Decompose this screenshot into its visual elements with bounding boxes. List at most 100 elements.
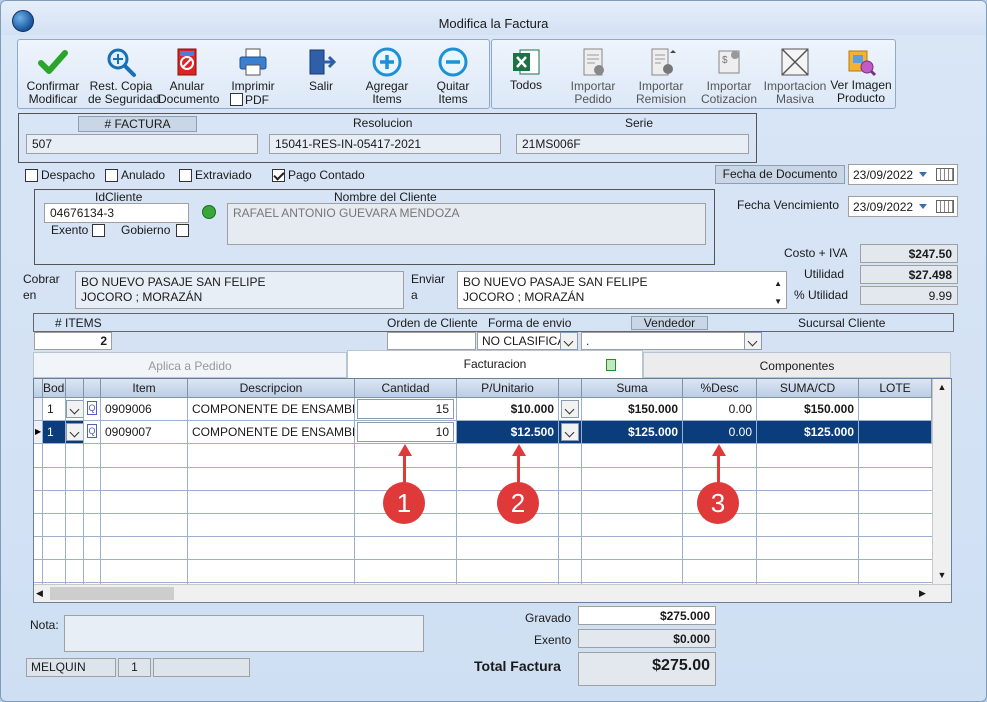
cell-lookup[interactable]: Q — [84, 421, 101, 444]
import-remission-button[interactable]: Importar Remision — [628, 40, 694, 108]
items-count-value: 2 — [34, 332, 112, 350]
tab-aplica-pedido[interactable]: Aplica a Pedido — [33, 352, 347, 378]
cell-bodega[interactable]: 1 — [43, 421, 66, 444]
resolucion-field[interactable]: 15041-RES-IN-05417-2021 — [269, 134, 501, 154]
exento-total-label: Exento — [534, 633, 572, 647]
scroll-right-icon[interactable]: ▶ — [919, 585, 933, 602]
table-row[interactable]: 1 Q 0909006 COMPONENTE DE ENSAMBLE 15 $1… — [34, 398, 932, 421]
col-desc-pct[interactable]: %Desc — [683, 379, 757, 398]
scroll-down-icon[interactable]: ▼ — [933, 567, 951, 584]
grid-vline — [42, 398, 43, 584]
cell-desc-pct[interactable]: 0.00 — [683, 398, 757, 421]
scroll-up-icon[interactable]: ▲ — [933, 379, 951, 396]
tab-facturacion[interactable]: Facturacion — [347, 350, 643, 378]
col-lookup[interactable] — [84, 379, 101, 398]
fecha-documento-label: Fecha de Documento — [715, 165, 845, 184]
cell-lookup[interactable]: Q — [84, 398, 101, 421]
export-all-button[interactable]: Todos — [494, 40, 558, 108]
verified-check-icon[interactable] — [202, 205, 216, 219]
restore-backup-button[interactable]: Rest. Copia de Seguridad — [88, 40, 159, 108]
cell-bodega-combo[interactable] — [66, 398, 84, 421]
cell-price-combo[interactable] — [559, 421, 582, 444]
search-document-icon[interactable]: Q — [87, 424, 97, 438]
minus-circle-icon — [438, 47, 468, 77]
cell-lote[interactable] — [859, 398, 932, 421]
fecha-documento-picker[interactable]: 23/09/2022 — [848, 164, 958, 185]
table-row-selected[interactable]: ▶ 1 Q 0909007 COMPONENTE DE ENSAMBLE 10 … — [34, 421, 932, 444]
enviar-address-field[interactable]: BO NUEVO PASAJE SAN FELIPE JOCORO ; MORAZ… — [457, 271, 787, 309]
forma-envio-label: Forma de envio — [488, 316, 572, 330]
remove-items-button[interactable]: Quitar Items — [422, 40, 484, 108]
nombre-cliente-field[interactable]: RAFAEL ANTONIO GUEVARA MENDOZA — [227, 203, 706, 245]
cell-bodega-combo[interactable] — [66, 421, 84, 444]
cell-cantidad[interactable]: 10 — [355, 421, 457, 444]
chevron-down-icon[interactable] — [560, 332, 578, 350]
search-document-icon[interactable]: Q — [87, 401, 97, 415]
scroll-down-icon[interactable]: ▼ — [774, 294, 782, 308]
confirm-modify-button[interactable]: Confirmar Modificar — [22, 40, 84, 108]
cell-item[interactable]: 0909007 — [101, 421, 188, 444]
vendedor-select[interactable]: . — [581, 332, 762, 350]
chevron-down-icon[interactable] — [561, 400, 579, 418]
serie-field[interactable]: 21MS006F — [516, 134, 749, 154]
add-items-button[interactable]: Agregar Items — [356, 40, 418, 108]
import-quote-button[interactable]: $ Importar Cotizacion — [696, 40, 762, 108]
nota-field[interactable] — [64, 615, 424, 652]
grid-vline — [558, 398, 559, 584]
col-punitario[interactable]: P/Unitario — [457, 379, 559, 398]
exit-button[interactable]: Salir — [290, 40, 352, 108]
horizontal-scrollbar[interactable]: ◀ ▶ — [34, 584, 951, 602]
cell-punitario[interactable]: $10.000 — [457, 398, 559, 421]
tab-componentes[interactable]: Componentes — [643, 352, 951, 378]
orden-cliente-field[interactable] — [387, 332, 476, 350]
gobierno-checkbox[interactable] — [176, 224, 189, 237]
col-bodega[interactable]: Bodega — [43, 379, 66, 398]
anulado-checkbox[interactable] — [105, 169, 118, 182]
col-bodega-combo[interactable] — [66, 379, 84, 398]
horizontal-scroll-thumb[interactable] — [50, 587, 174, 600]
view-product-image-button[interactable]: Ver Imagen Producto — [828, 40, 894, 108]
scroll-left-icon[interactable]: ◀ — [36, 585, 50, 602]
mass-import-button[interactable]: Importacion Masiva — [762, 40, 828, 108]
col-cantidad[interactable]: Cantidad — [355, 379, 457, 398]
cell-cantidad[interactable]: 15 — [355, 398, 457, 421]
idcliente-field[interactable]: 04676134-3 — [44, 203, 189, 223]
col-descripcion[interactable]: Descripcion — [188, 379, 355, 398]
vertical-scrollbar[interactable]: ▲ ▼ — [932, 379, 951, 584]
cell-desc-pct[interactable]: 0.00 — [683, 421, 757, 444]
cell-item[interactable]: 0909006 — [101, 398, 188, 421]
col-suma[interactable]: Suma — [582, 379, 683, 398]
col-lote[interactable]: LOTE — [859, 379, 932, 398]
cell-price-combo[interactable] — [559, 398, 582, 421]
pago-contado-checkbox[interactable] — [272, 169, 285, 182]
cell-punitario[interactable]: $12.500 — [457, 421, 559, 444]
cobrar-address-field[interactable]: BO NUEVO PASAJE SAN FELIPE JOCORO ; MORAZ… — [75, 271, 404, 309]
import-order-button[interactable]: Importar Pedido — [560, 40, 626, 108]
grid-vline — [756, 398, 757, 584]
cell-lote[interactable] — [859, 421, 932, 444]
col-sumacd[interactable]: SUMA/CD — [757, 379, 859, 398]
col-price-combo[interactable] — [559, 379, 582, 398]
scroll-up-icon[interactable]: ▲ — [774, 276, 782, 291]
fecha-vencimiento-picker[interactable]: 23/09/2022 — [848, 196, 958, 217]
anulado-label: Anulado — [121, 168, 166, 182]
extraviado-checkbox[interactable] — [179, 169, 192, 182]
callout-badge-2: 2 — [497, 482, 539, 524]
calendar-icon[interactable] — [936, 168, 954, 181]
despacho-checkbox[interactable] — [25, 169, 38, 182]
col-item[interactable]: Item — [101, 379, 188, 398]
chevron-down-icon[interactable] — [66, 400, 83, 418]
chevron-down-icon[interactable] — [744, 332, 762, 350]
toolbar-import: Todos Importar Pedido Importar Remision $ … — [491, 39, 896, 109]
excel-icon — [513, 49, 540, 75]
cancel-document-button[interactable]: Anular Documento — [158, 40, 219, 108]
cell-descripcion[interactable]: COMPONENTE DE ENSAMBLE — [188, 421, 355, 444]
factura-field[interactable]: 507 — [26, 134, 258, 154]
pdf-checkbox[interactable] — [230, 93, 243, 106]
cell-bodega[interactable]: 1 — [43, 398, 66, 421]
cell-descripcion[interactable]: COMPONENTE DE ENSAMBLE — [188, 398, 355, 421]
chevron-down-icon[interactable] — [561, 423, 579, 441]
chevron-down-icon[interactable] — [66, 423, 83, 441]
calendar-icon[interactable] — [936, 200, 954, 213]
exento-checkbox[interactable] — [92, 224, 105, 237]
